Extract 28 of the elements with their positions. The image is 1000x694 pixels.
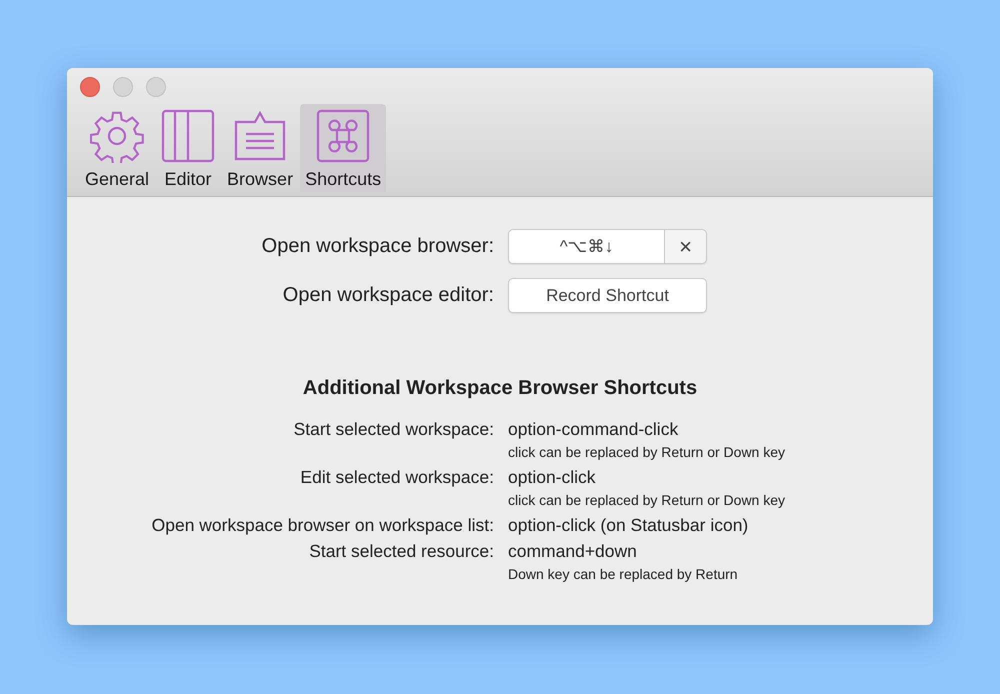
section-title: Additional Workspace Browser Shortcuts <box>302 377 698 400</box>
shortcut-field[interactable]: ^⌥⌘↓ <box>508 229 665 264</box>
shortcut-label: Open workspace editor: <box>282 284 494 307</box>
minimize-button[interactable] <box>113 77 133 97</box>
command-icon <box>316 109 370 163</box>
toolbar-tab[interactable]: General <box>80 104 154 192</box>
shortcut-value: option-click <box>508 467 597 487</box>
gear-icon <box>90 109 144 163</box>
hint-text: click can be replaced by Return or Down key <box>508 491 786 509</box>
shortcut-label: Open workspace browser on workspace list: <box>150 515 494 535</box>
shortcut-value: option-command-click <box>508 419 680 439</box>
shortcut-label: Open workspace browser: <box>260 235 494 258</box>
clear-button[interactable]: × <box>665 229 707 264</box>
toolbar-tab[interactable]: Shortcuts <box>300 104 386 192</box>
columns-icon <box>161 109 216 163</box>
zoom-button[interactable] <box>146 77 166 97</box>
shortcut-value: command+down <box>508 541 638 561</box>
shortcut-label: Start selected resource: <box>308 541 494 561</box>
toolbar-tab[interactable]: Browser <box>222 104 298 192</box>
toolbar-tab[interactable]: Editor <box>156 104 220 192</box>
shortcut-label: Edit selected workspace: <box>299 467 494 487</box>
list-icon <box>233 109 288 163</box>
shortcut-label: Start selected workspace: <box>292 419 494 439</box>
record-shortcut-button[interactable]: Record Shortcut <box>508 278 707 313</box>
hint-text: Down key can be replaced by Return <box>508 565 739 583</box>
shortcut-value: option-click (on Statusbar icon) <box>508 515 750 535</box>
close-button[interactable] <box>80 77 100 97</box>
hint-text: click can be replaced by Return or Down key <box>508 443 786 461</box>
